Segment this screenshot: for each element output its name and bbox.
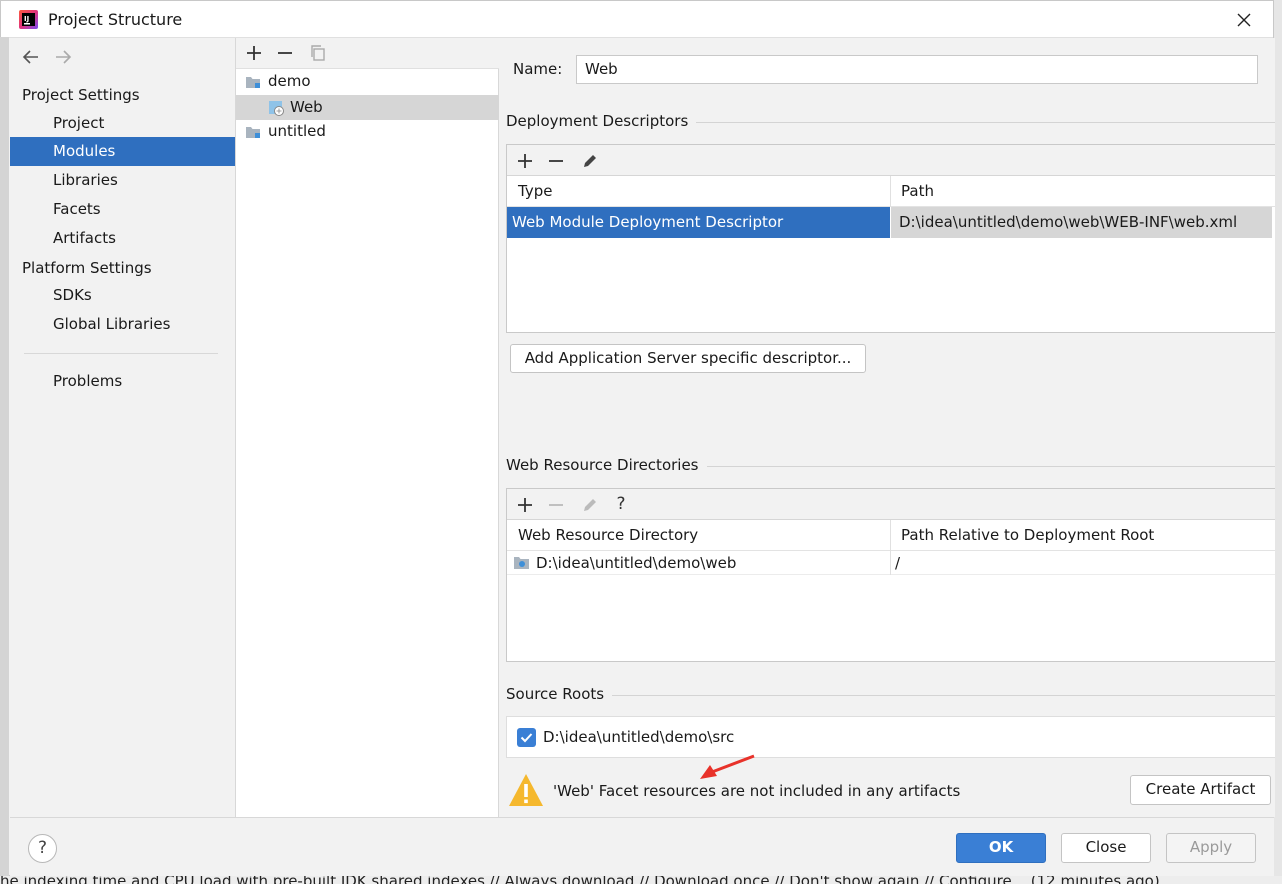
add-server-descriptor-button[interactable]: Add Application Server specific descript… (510, 344, 866, 373)
cell-descriptor-type: Web Module Deployment Descriptor (507, 207, 890, 238)
module-tree-panel: demo Web untitled (236, 38, 499, 817)
descriptors-toolbar (507, 145, 1275, 176)
tree-item-web[interactable]: Web (236, 95, 499, 120)
apply-button[interactable]: Apply (1166, 833, 1256, 863)
dialog-footer: ? OK Close Apply (10, 817, 1274, 877)
nav-item-global-libraries[interactable]: Global Libraries (10, 310, 235, 339)
back-arrow-icon[interactable] (20, 46, 42, 68)
window-title: Project Structure (48, 10, 183, 29)
copy-icon[interactable] (307, 42, 329, 64)
nav-item-project[interactable]: Project (10, 109, 235, 138)
nav-item-problems[interactable]: Problems (10, 367, 235, 396)
section-divider (506, 695, 1275, 696)
table-row[interactable]: Web Module Deployment Descriptor D:\idea… (507, 207, 1275, 238)
section-title-deployment-descriptors: Deployment Descriptors (506, 112, 697, 130)
settings-navigation: Project Settings Project Modules Librari… (10, 38, 236, 817)
column-separator (890, 520, 891, 551)
source-roots-list: D:\idea\untitled\demo\src (506, 716, 1275, 758)
facet-settings-panel: Name: Web Deployment Descriptors Type Pa… (500, 38, 1275, 817)
edit-pencil-icon[interactable] (579, 494, 601, 516)
cell-descriptor-path: D:\idea\untitled\demo\web\WEB-INF\web.xm… (891, 207, 1272, 238)
name-label: Name: (513, 60, 563, 78)
remove-icon[interactable] (545, 150, 567, 172)
source-root-checkbox[interactable] (517, 728, 536, 747)
tree-toolbar (236, 38, 499, 69)
tree-item-untitled[interactable]: untitled (236, 119, 499, 144)
column-header-path[interactable]: Path (890, 176, 934, 207)
nav-item-sdks[interactable]: SDKs (10, 281, 235, 310)
warning-icon (509, 774, 543, 806)
remove-icon[interactable] (274, 42, 296, 64)
section-title-source-roots: Source Roots (506, 685, 613, 703)
nav-section-platform-settings: Platform Settings (22, 259, 152, 277)
ok-button[interactable]: OK (956, 833, 1046, 863)
add-icon[interactable] (514, 150, 536, 172)
forward-arrow-icon[interactable] (52, 46, 74, 68)
add-icon[interactable] (514, 494, 536, 516)
column-header-web-resource-directory[interactable]: Web Resource Directory (507, 520, 698, 551)
module-folder-icon (246, 77, 260, 88)
close-window-icon[interactable] (1229, 6, 1259, 34)
deployment-descriptors-table: Type Path Web Module Deployment Descript… (506, 144, 1275, 333)
section-title-web-resource-directories: Web Resource Directories (506, 456, 707, 474)
web-folder-icon (514, 557, 529, 569)
source-root-path: D:\idea\untitled\demo\src (543, 728, 735, 746)
background-ide-strip (0, 37, 9, 877)
cell-web-resource-directory: D:\idea\untitled\demo\web (536, 554, 737, 572)
annotation-arrow-icon (700, 754, 755, 779)
column-header-relative-path[interactable]: Path Relative to Deployment Root (890, 520, 1154, 551)
help-question-icon[interactable]: ? (610, 493, 632, 515)
tree-item-demo[interactable]: demo (236, 69, 499, 94)
intellij-idea-icon: IJ (19, 10, 38, 29)
column-separator (890, 551, 891, 575)
help-button[interactable]: ? (28, 834, 57, 863)
web-resources-toolbar: ? (507, 489, 1275, 520)
title-bar: IJ Project Structure (1, 1, 1273, 38)
nav-item-modules[interactable]: Modules (10, 137, 235, 166)
remove-icon[interactable] (545, 494, 567, 516)
nav-item-facets[interactable]: Facets (10, 195, 235, 224)
column-header-type[interactable]: Type (507, 176, 552, 207)
nav-item-libraries[interactable]: Libraries (10, 166, 235, 195)
svg-text:IJ: IJ (24, 15, 29, 23)
web-facet-icon (269, 101, 284, 116)
project-structure-dialog: IJ Project Structure Project Settings Pr… (0, 0, 1275, 877)
edit-pencil-icon[interactable] (579, 150, 601, 172)
nav-section-project-settings: Project Settings (22, 86, 140, 104)
web-resources-header: Web Resource Directory Path Relative to … (507, 520, 1275, 551)
column-separator (890, 176, 891, 207)
module-folder-icon (246, 127, 260, 138)
web-resource-directories-table: ? Web Resource Directory Path Relative t… (506, 488, 1275, 662)
close-button[interactable]: Close (1061, 833, 1151, 863)
table-row[interactable]: D:\idea\untitled\demo\web / (507, 551, 1275, 575)
warning-message: 'Web' Facet resources are not included i… (553, 782, 961, 800)
create-artifact-button[interactable]: Create Artifact (1130, 775, 1271, 805)
background-notification: he indexing time and CPU load with pre-b… (0, 876, 1282, 884)
background-notification-text: he indexing time and CPU load with pre-b… (0, 876, 1160, 884)
name-input[interactable]: Web (576, 55, 1258, 84)
add-icon[interactable] (243, 42, 265, 64)
cell-relative-path: / (895, 554, 901, 572)
nav-divider (24, 353, 218, 354)
descriptors-header: Type Path (507, 176, 1275, 207)
nav-item-artifacts[interactable]: Artifacts (10, 224, 235, 253)
